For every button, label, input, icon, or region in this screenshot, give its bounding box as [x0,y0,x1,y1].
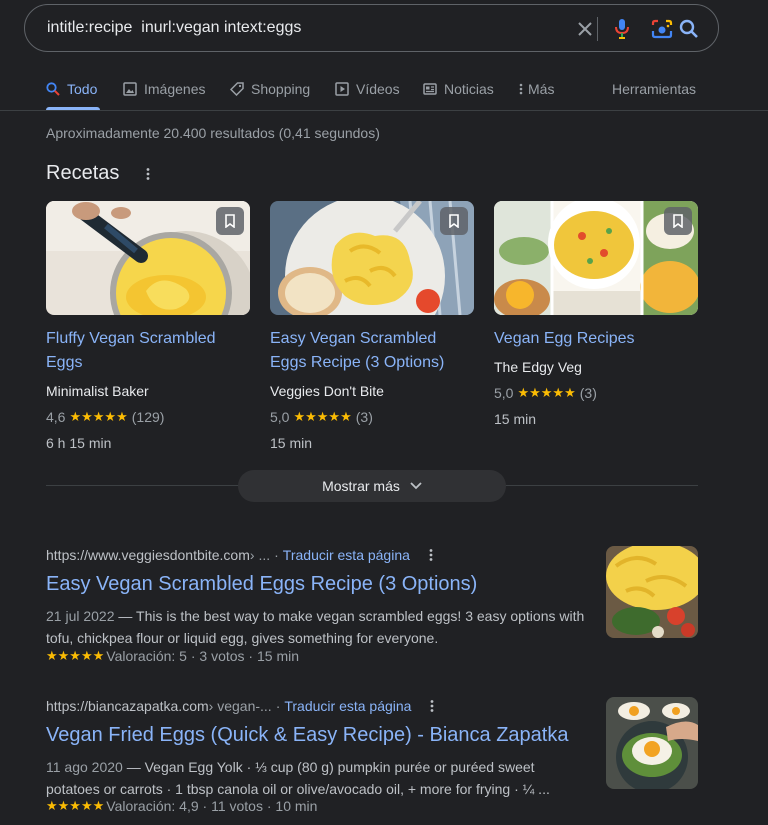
review-count: (129) [131,409,165,425]
recipe-card[interactable]: Vegan Egg Recipes The Edgy Veg 5,0 ★★★★★… [494,201,698,427]
result-menu-icon[interactable] [427,699,437,713]
microphone-icon[interactable] [610,17,634,41]
result-meta: Valoración: 5 · 3 votos · 15 min [106,648,299,664]
tab-label: Todo [67,81,98,97]
show-more-button[interactable]: Mostrar más [238,470,506,502]
rating-value: 5,0 [270,409,290,425]
recipe-time: 15 min [270,435,313,451]
result-snippet: 21 jul 2022 — This is the best way to ma… [46,605,591,649]
search-divider [597,17,598,41]
more-vert-icon [519,83,523,95]
recipe-title[interactable]: Fluffy Vegan Scrambled Eggs [46,327,250,375]
recipes-heading: Recetas [46,162,120,184]
result-url[interactable]: https://www.veggiesdontbite.com › ... · … [46,547,436,563]
tools-button[interactable]: Herramientas [612,78,696,100]
recipe-time: 15 min [494,411,537,427]
result-url[interactable]: https://biancazapatka.com › vegan-... · … [46,698,437,714]
tab-label: Más [528,81,555,97]
result-rating: ★★★★★ Valoración: 5 · 3 votos · 15 min [46,648,299,664]
rating-value: 5,0 [494,385,514,401]
translate-link[interactable]: Traducir esta página [284,698,411,714]
recipe-rating: 5,0 ★★★★★ (3) [494,385,597,401]
camera-lens-icon[interactable] [650,17,674,41]
tab-videos[interactable]: Vídeos [335,78,400,100]
star-rating-icon: ★★★★★ [46,798,105,813]
result-rating: ★★★★★ Valoración: 4,9 · 11 votos · 10 mi… [46,798,317,814]
star-rating-icon: ★★★★★ [69,409,128,424]
recipe-thumbnail[interactable] [46,201,250,315]
bookmark-icon[interactable] [440,207,468,235]
bookmark-icon[interactable] [664,207,692,235]
rating-value: 4,6 [46,409,66,425]
result-url-host: https://biancazapatka.com [46,698,209,714]
recipe-time: 6 h 15 min [46,435,112,451]
tab-todo[interactable]: Todo [46,78,97,100]
tab-label: Noticias [444,81,494,97]
search-icon[interactable] [677,17,701,41]
review-count: (3) [355,409,373,425]
url-separator: · [275,698,281,714]
search-bar[interactable]: intitle:recipe inurl:vegan intext:eggs [24,4,719,52]
result-menu-icon[interactable] [426,548,436,562]
tab-shopping[interactable]: Shopping [230,78,310,100]
recipe-thumbnail[interactable] [270,201,474,315]
review-count: (3) [579,385,597,401]
search-icon [46,82,60,96]
result-thumbnail[interactable] [606,697,698,789]
show-more-label: Mostrar más [322,478,400,494]
tag-icon [230,82,244,96]
result-title[interactable]: Vegan Fried Eggs (Quick & Easy Recipe) -… [46,724,568,747]
recipe-card[interactable]: Fluffy Vegan Scrambled Eggs Minimalist B… [46,201,250,451]
tab-noticias[interactable]: Noticias [423,78,494,100]
result-snippet-text: — This is the best way to make vegan scr… [46,608,585,646]
star-rating-icon: ★★★★★ [517,385,576,400]
tab-label: Vídeos [356,81,400,97]
image-icon [123,82,137,96]
result-date: 11 ago 2020 [46,759,123,775]
recipe-title[interactable]: Vegan Egg Recipes [494,327,698,351]
result-snippet: 11 ago 2020 — Vegan Egg Yolk · ⅓ cup (80… [46,756,591,800]
recipe-source: The Edgy Veg [494,359,582,375]
recipes-more-icon[interactable] [140,164,156,184]
tab-imagenes[interactable]: Imágenes [123,78,205,100]
recipe-card[interactable]: Easy Vegan Scrambled Eggs Recipe (3 Opti… [270,201,474,451]
tools-label: Herramientas [612,81,697,97]
recipe-rating: 4,6 ★★★★★ (129) [46,409,164,425]
star-rating-icon: ★★★★★ [46,648,105,663]
recipe-source: Minimalist Baker [46,383,149,399]
recipe-title[interactable]: Easy Vegan Scrambled Eggs Recipe (3 Opti… [270,327,474,375]
translate-link[interactable]: Traducir esta página [283,547,410,563]
url-separator: · [274,547,279,563]
tab-label: Shopping [251,81,311,97]
result-url-path: › vegan-... [208,698,272,714]
tab-label: Imágenes [144,81,206,97]
result-date: 21 jul 2022 [46,608,115,624]
result-thumbnail[interactable] [606,546,698,638]
recipe-thumbnail[interactable] [494,201,698,315]
tab-mas[interactable]: Más [519,78,554,100]
result-stats: Aproximadamente 20.400 resultados (0,41 … [46,125,380,141]
recipe-rating: 5,0 ★★★★★ (3) [270,409,373,425]
search-input[interactable]: intitle:recipe inurl:vegan intext:eggs [47,19,301,37]
play-icon [335,82,349,96]
result-title[interactable]: Easy Vegan Scrambled Eggs Recipe (3 Opti… [46,573,477,596]
news-icon [423,83,437,95]
result-url-path: › ... [249,547,271,563]
star-rating-icon: ★★★★★ [293,409,352,424]
result-url-host: https://www.veggiesdontbite.com [46,547,250,563]
result-meta: Valoración: 4,9 · 11 votos · 10 min [106,798,318,814]
tabs-divider [0,110,768,111]
recipe-source: Veggies Don't Bite [270,383,384,399]
chevron-down-icon [410,482,422,490]
bookmark-icon[interactable] [216,207,244,235]
clear-icon[interactable] [573,17,597,41]
